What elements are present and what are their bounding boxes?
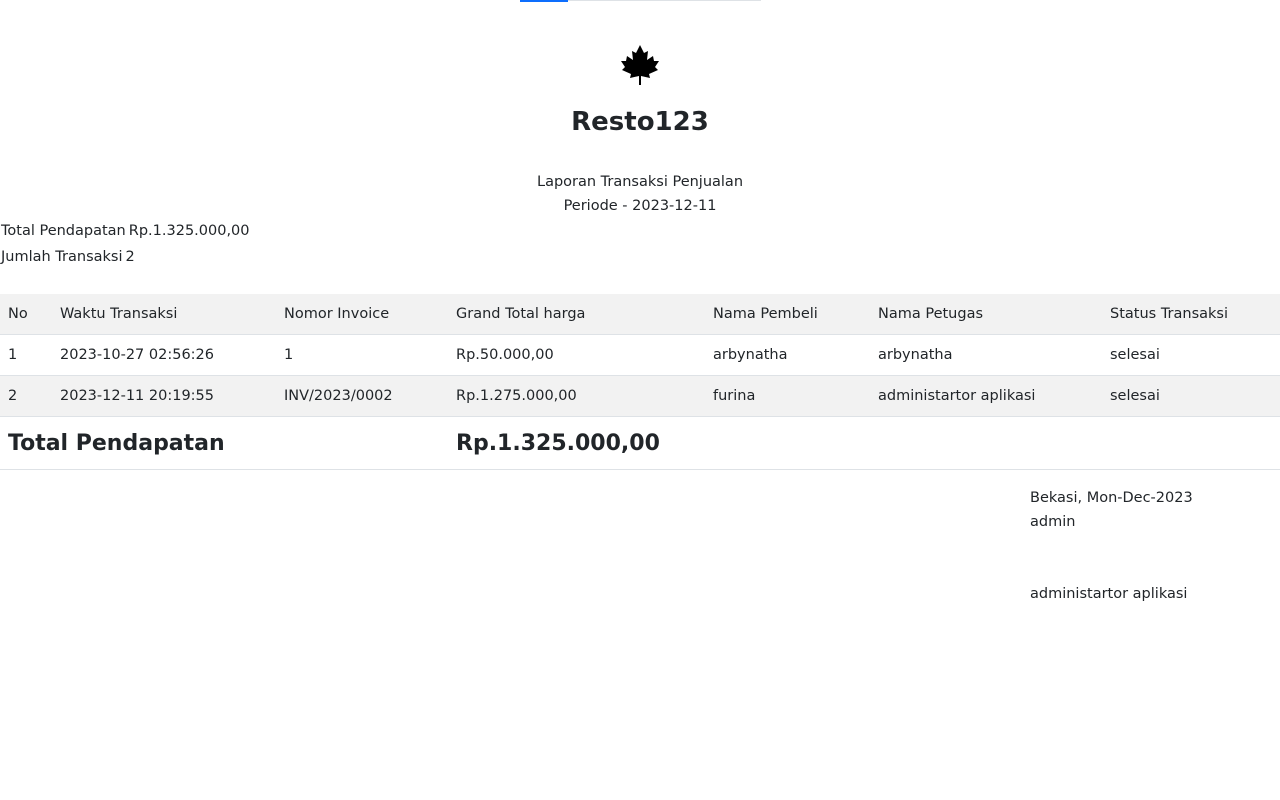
table-row: 2 2023-12-11 20:19:55 INV/2023/0002 Rp.1… — [0, 375, 1280, 417]
page-progress-bar — [520, 0, 761, 2]
app-title: Resto123 — [571, 107, 709, 137]
summary-total-label: Total Pendapatan — [1, 223, 126, 239]
footer-total-label: Total Pendapatan — [0, 416, 448, 470]
summary-total: Total Pendapatan Rp.1.325.000,00 — [1, 220, 250, 242]
cell-status: selesai — [1102, 334, 1280, 376]
page-progress-fill — [520, 0, 569, 2]
col-header-buyer: Nama Pembeli — [705, 294, 870, 335]
cell-staff: administartor aplikasi — [870, 375, 1102, 417]
col-header-grand-total: Grand Total harga — [448, 294, 705, 335]
maple-leaf-icon — [621, 45, 659, 85]
col-header-staff: Nama Petugas — [870, 294, 1102, 335]
report-period: Periode - 2023-12-11 — [563, 198, 717, 214]
cell-grand-total: Rp.50.000,00 — [448, 334, 705, 376]
cell-invoice: 1 — [276, 334, 448, 376]
summary-total-value: Rp.1.325.000,00 — [128, 223, 250, 239]
summary-count-value: 2 — [125, 249, 135, 265]
cell-no: 2 — [0, 375, 52, 417]
cell-invoice: INV/2023/0002 — [276, 375, 448, 417]
transactions-table: No Waktu Transaksi Nomor Invoice Grand T… — [0, 294, 1280, 470]
signature-name: administartor aplikasi — [1030, 586, 1188, 602]
footer-total-value: Rp.1.325.000,00 — [448, 416, 1280, 470]
table-header-row: No Waktu Transaksi Nomor Invoice Grand T… — [0, 294, 1280, 335]
signature-place-date: Bekasi, Mon-Dec-2023 — [1030, 490, 1193, 506]
report-title: Laporan Transaksi Penjualan — [536, 174, 744, 190]
cell-time: 2023-12-11 20:19:55 — [52, 375, 276, 417]
summary-count-label: Jumlah Transaksi — [1, 249, 123, 265]
table-row: 1 2023-10-27 02:56:26 1 Rp.50.000,00 arb… — [0, 334, 1280, 376]
cell-status: selesai — [1102, 375, 1280, 417]
cell-time: 2023-10-27 02:56:26 — [52, 334, 276, 376]
table-footer-row: Total Pendapatan Rp.1.325.000,00 — [0, 416, 1280, 470]
col-header-invoice: Nomor Invoice — [276, 294, 448, 335]
signature-role: admin — [1030, 514, 1076, 530]
col-header-time: Waktu Transaksi — [52, 294, 276, 335]
cell-no: 1 — [0, 334, 52, 376]
summary-count: Jumlah Transaksi 2 — [1, 246, 135, 268]
col-header-status: Status Transaksi — [1102, 294, 1280, 335]
cell-staff: arbynatha — [870, 334, 1102, 376]
cell-grand-total: Rp.1.275.000,00 — [448, 375, 705, 417]
cell-buyer: arbynatha — [705, 334, 870, 376]
cell-buyer: furina — [705, 375, 870, 417]
col-header-no: No — [0, 294, 52, 335]
